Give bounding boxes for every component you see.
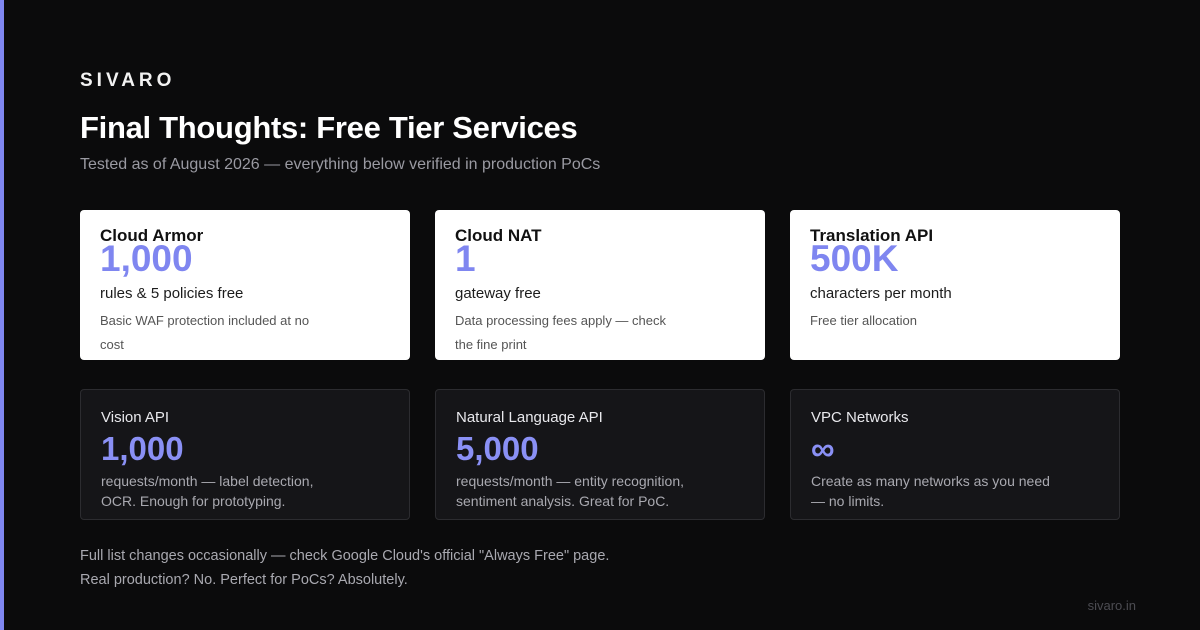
infinity-icon: ∞ [811,430,835,467]
card-description: rules & 5 policies free [100,285,244,302]
card-value: 1 [455,238,476,279]
card-title: VPC Networks [811,409,909,426]
footer-line: Full list changes occasionally — check G… [80,548,610,564]
card-value: 500K [810,238,899,279]
card-note: Data processing fees apply — check the f… [455,313,666,352]
card-vision-api: Vision API 1,000 requests/month — label … [80,389,410,520]
card-value: 5,000 [456,430,539,467]
footer-note: Full list changes occasionally — check G… [80,544,609,592]
card-title: Natural Language API [456,409,603,426]
card-description: requests/month — label detection, OCR. E… [101,473,314,509]
card-description: gateway free [455,285,541,302]
card-value: 1,000 [101,430,184,467]
card-cloud-nat: Cloud NAT 1 gateway free Data processing… [435,210,765,360]
card-translation-api: Translation API 500K characters per mont… [790,210,1120,360]
site-url: sivaro.in [1087,598,1136,613]
card-title: Vision API [101,409,170,426]
card-natural-language-api: Natural Language API 5,000 requests/mont… [435,389,765,520]
brand-logo: SIVARO [80,70,176,91]
card-description: characters per month [810,285,952,302]
card-cloud-armor: Cloud Armor 1,000 rules & 5 policies fre… [80,210,410,360]
card-description: Create as many networks as you need — no… [811,473,1050,509]
accent-bar [0,0,4,630]
footer-line: Real production? No. Perfect for PoCs? A… [80,572,408,588]
page-title: Final Thoughts: Free Tier Services [80,110,578,145]
card-description: requests/month — entity recognition, sen… [456,473,685,509]
card-note: Basic WAF protection included at no cost [100,313,310,352]
card-vpc-networks: VPC Networks ∞ Create as many networks a… [790,389,1120,520]
page-subtitle: Tested as of August 2026 — everything be… [80,156,601,173]
card-value: 1,000 [100,238,193,279]
card-note: Free tier allocation [810,313,917,328]
